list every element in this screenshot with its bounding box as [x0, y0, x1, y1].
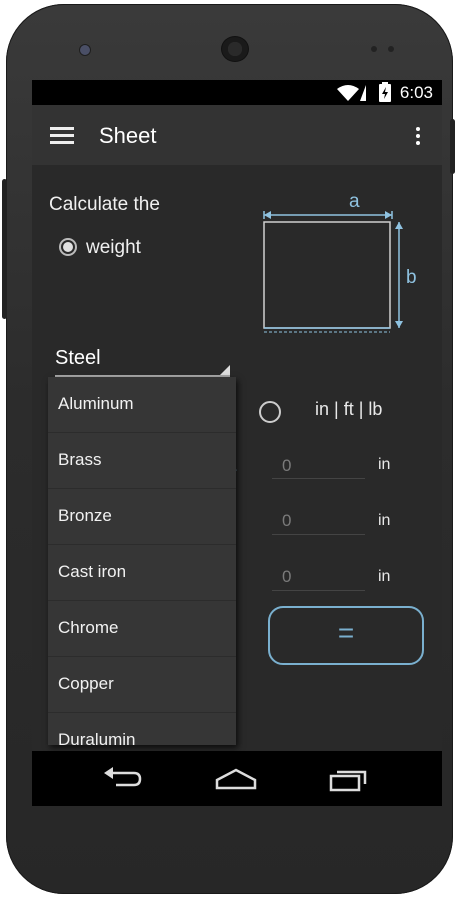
- calculate-button-label: =: [337, 617, 355, 648]
- dimension-b-input[interactable]: 0: [282, 511, 291, 531]
- status-bar: 6:03: [32, 80, 442, 105]
- weight-label: weight: [86, 237, 141, 258]
- power-button: [450, 119, 455, 174]
- app-title: Sheet: [99, 123, 157, 148]
- dimension-s-input[interactable]: 0: [282, 567, 291, 587]
- status-time: 6:03: [399, 83, 433, 102]
- calculate-button[interactable]: =: [268, 606, 424, 665]
- screen: 6:03 Sheet Calculate the weight a b Stee…: [32, 80, 442, 806]
- phone-frame: 6:03 Sheet Calculate the weight a b Stee…: [2, 4, 455, 894]
- more-vert-icon[interactable]: [416, 127, 422, 148]
- dropdown-option[interactable]: Bronze: [48, 489, 236, 545]
- dimension-b-underline: [272, 534, 365, 535]
- app-bar: Sheet: [32, 105, 442, 165]
- earpiece-speaker: [221, 36, 249, 62]
- dropdown-option[interactable]: Duralumin: [48, 713, 236, 745]
- dimension-a-underline: [272, 478, 365, 479]
- calculate-label: Calculate the: [49, 194, 160, 215]
- recents-icon[interactable]: [329, 766, 369, 792]
- units-label: in | ft | lb: [315, 399, 383, 419]
- signal-icon: [360, 85, 366, 101]
- units-radio[interactable]: [259, 401, 281, 423]
- volume-button: [2, 179, 7, 319]
- material-select[interactable]: Steel: [55, 347, 230, 377]
- front-camera: [79, 44, 91, 56]
- battery-icon: [379, 82, 391, 102]
- dropdown-option[interactable]: Brass: [48, 433, 236, 489]
- wifi-icon: [337, 85, 359, 101]
- dropdown-option[interactable]: Copper: [48, 657, 236, 713]
- dropdown-arrow-icon: [220, 365, 230, 375]
- diagram-label-b: b: [406, 267, 417, 288]
- material-dropdown-list: Aluminum Brass Bronze Cast iron Chrome C…: [48, 377, 236, 745]
- dimension-a-unit: in: [378, 456, 391, 473]
- dimension-s-underline: [272, 590, 365, 591]
- navigation-bar: [32, 751, 442, 806]
- weight-radio[interactable]: [59, 238, 77, 256]
- sheet-diagram: a b s: [263, 191, 417, 333]
- dimension-b-unit: in: [378, 512, 391, 529]
- proximity-sensor: [371, 46, 377, 52]
- light-sensor: [388, 46, 394, 52]
- dropdown-option[interactable]: Chrome: [48, 601, 236, 657]
- dropdown-option[interactable]: Cast iron: [48, 545, 236, 601]
- diagram-label-a: a: [349, 191, 360, 212]
- dimension-s-unit: in: [378, 568, 391, 585]
- back-icon[interactable]: [102, 767, 142, 791]
- dropdown-option[interactable]: Aluminum: [48, 377, 236, 433]
- material-selected-value: Steel: [55, 347, 101, 369]
- home-icon[interactable]: [215, 768, 257, 790]
- dimension-a-input[interactable]: 0: [282, 456, 291, 476]
- hamburger-menu-icon[interactable]: [50, 127, 74, 145]
